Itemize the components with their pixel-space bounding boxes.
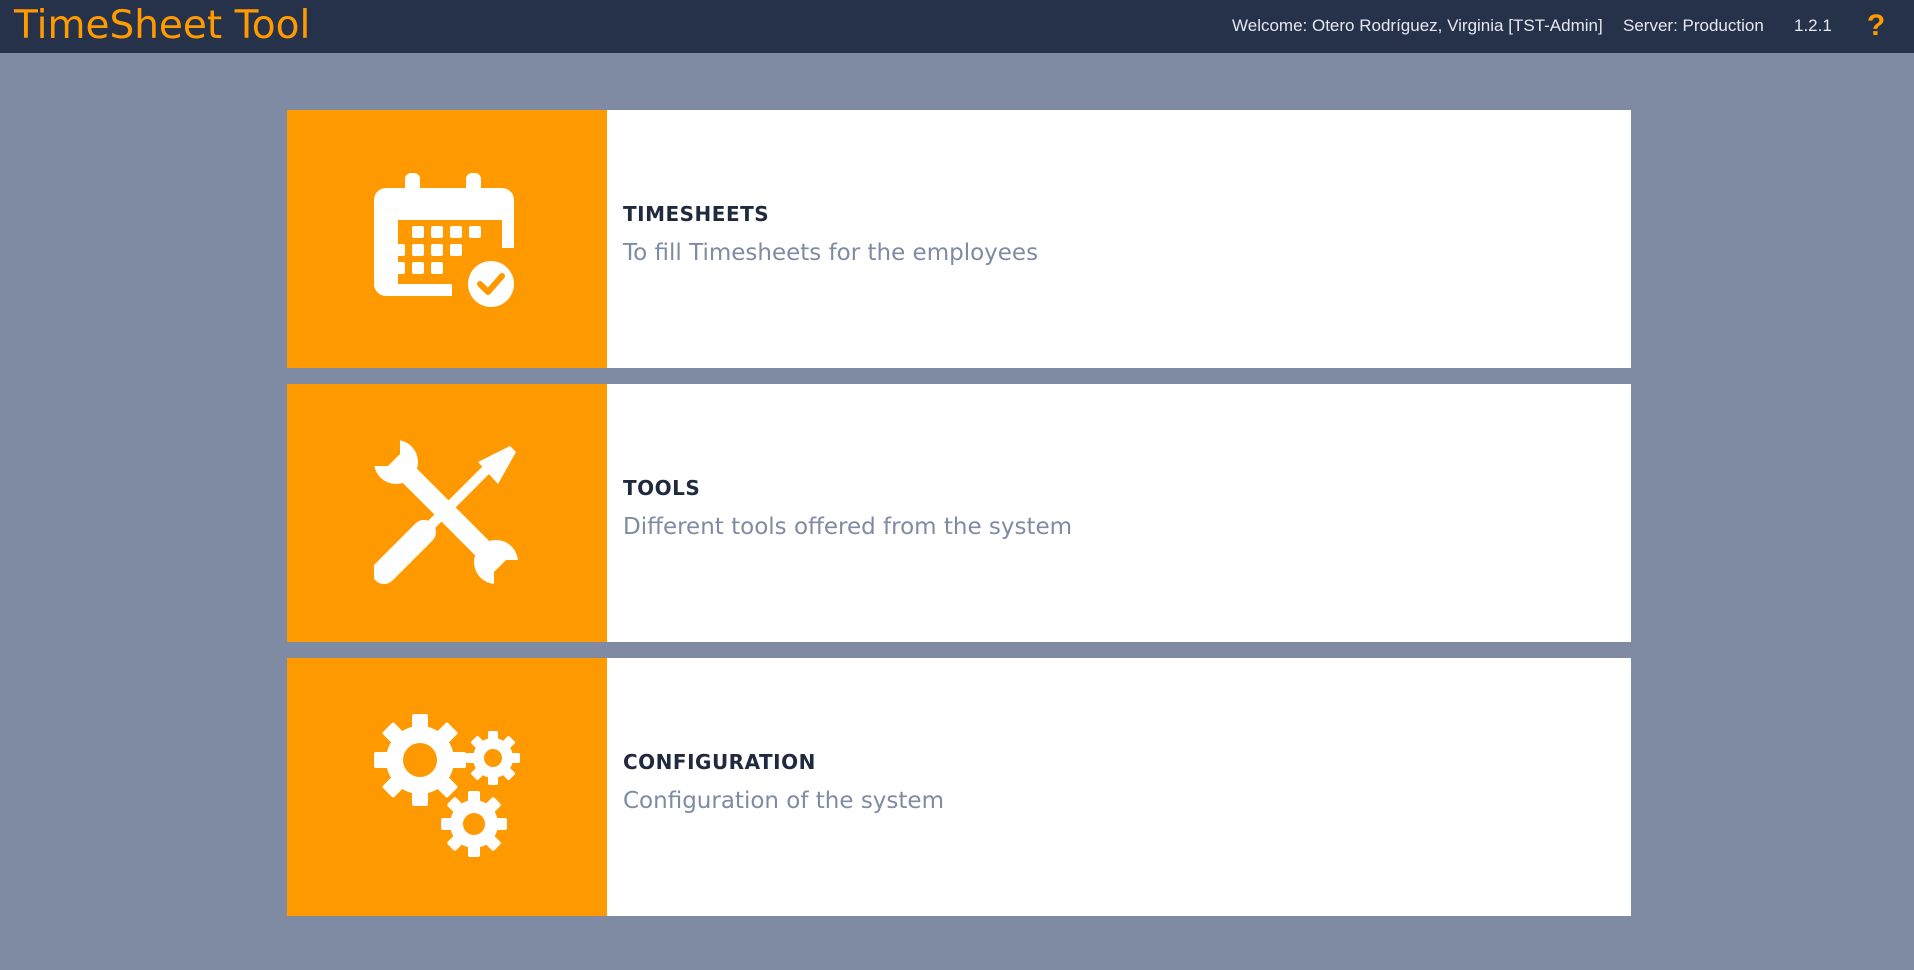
help-button[interactable]: ? — [1864, 0, 1888, 53]
card-title: TOOLS — [623, 476, 701, 500]
version-label: 1.2.1 — [1794, 16, 1832, 35]
welcome-user-text: Welcome: Otero Rodríguez, Virginia [TST-… — [1232, 16, 1603, 35]
tools-icon-tile — [287, 384, 607, 642]
configuration-card[interactable]: CONFIGURATION Configuration of the syste… — [287, 658, 1631, 916]
card-description: Configuration of the system — [623, 788, 944, 814]
card-title: CONFIGURATION — [623, 750, 816, 774]
question-mark-icon: ? — [1866, 9, 1886, 42]
card-description: To fill Timesheets for the employees — [623, 240, 1039, 266]
wrench-screwdriver-icon — [374, 440, 520, 586]
card-title: TIMESHEETS — [623, 202, 770, 226]
gears-icon — [374, 714, 520, 857]
timesheets-card[interactable]: TIMESHEETS To fill Timesheets for the em… — [287, 110, 1631, 368]
calendar-check-icon — [374, 173, 519, 312]
timesheets-icon-tile — [287, 110, 607, 368]
configuration-icon-tile — [287, 658, 607, 916]
app-title: TimeSheet Tool — [14, 3, 311, 48]
card-description: Different tools offered from the system — [623, 514, 1073, 540]
top-bar: TimeSheet Tool Welcome: Otero Rodríguez,… — [0, 0, 1914, 53]
tools-card[interactable]: TOOLS Different tools offered from the s… — [287, 384, 1631, 642]
server-label: Server: Production — [1623, 16, 1764, 35]
